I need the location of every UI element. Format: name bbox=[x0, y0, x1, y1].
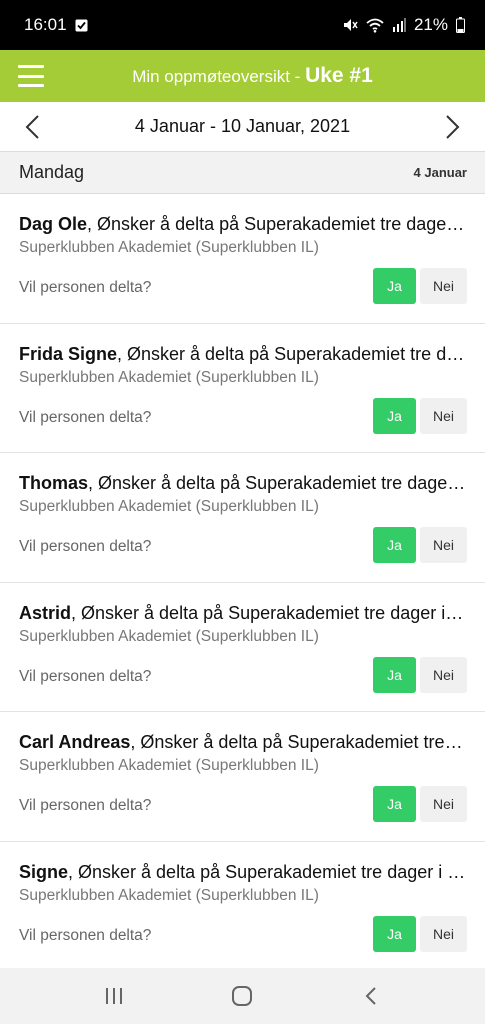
week-label: Uke #1 bbox=[305, 64, 373, 87]
battery-icon bbox=[456, 17, 465, 33]
answer-buttons: Ja Nei bbox=[373, 915, 467, 952]
recent-apps-icon[interactable] bbox=[84, 976, 144, 1016]
club-name: Superklubben Akademiet (Superklubben IL) bbox=[19, 498, 319, 515]
item-title: Thomas, Ønsker å delta på Superakademiet… bbox=[19, 472, 467, 494]
checkbox-notification-icon bbox=[75, 19, 88, 32]
list-item: Thomas, Ønsker å delta på Superakademiet… bbox=[0, 453, 485, 583]
page-title-text: Min oppmøteoversikt - bbox=[132, 67, 306, 86]
club-name: Superklubben Akademiet (Superklubben IL) bbox=[19, 886, 319, 904]
no-button[interactable]: Nei bbox=[420, 656, 467, 693]
page-title: Min oppmøteoversikt - Uke #1 bbox=[0, 64, 485, 88]
item-title: Frida Signe, Ønsker å delta på Superakad… bbox=[19, 343, 467, 365]
date-range: 4 Januar - 10 Januar, 2021 bbox=[134, 116, 351, 136]
list-item: Frida Signe, Ønsker å delta på Superakad… bbox=[0, 324, 485, 453]
item-description: , Ønsker å delta på Superakademiet tre d… bbox=[87, 214, 467, 234]
item-description: , Ønsker å delta på Superakademiet tre d… bbox=[88, 473, 467, 493]
answer-buttons: Ja Nei bbox=[373, 527, 467, 563]
chevron-right-icon[interactable] bbox=[441, 112, 465, 142]
item-description: , Ønsker å delta på Superakademiet tre d… bbox=[68, 861, 467, 882]
item-title: Carl Andreas, Ønsker å delta på Superaka… bbox=[19, 731, 467, 753]
day-date: 4 Januar bbox=[413, 165, 467, 180]
answer-buttons: Ja Nei bbox=[373, 397, 467, 434]
attendance-list: Dag Ole, Ønsker å delta på Superakademie… bbox=[0, 194, 485, 971]
back-icon[interactable] bbox=[341, 976, 401, 1016]
date-navigation: 4 Januar - 10 Januar, 2021 bbox=[0, 102, 485, 152]
question-label: Vil personen delta? bbox=[19, 538, 152, 555]
answer-buttons: Ja Nei bbox=[373, 786, 467, 822]
item-description: , Ønsker å delta på Superakademiet tre d… bbox=[71, 602, 467, 623]
yes-button[interactable]: Ja bbox=[373, 656, 416, 693]
list-item: Signe, Ønsker å delta på Superakademiet … bbox=[0, 842, 485, 971]
question-label: Vil personen delta? bbox=[19, 667, 152, 685]
app-bar: Min oppmøteoversikt - Uke #1 bbox=[0, 50, 485, 102]
list-item: Dag Ole, Ønsker å delta på Superakademie… bbox=[0, 194, 485, 324]
hamburger-menu-icon[interactable] bbox=[18, 65, 44, 87]
signal-icon bbox=[392, 18, 406, 32]
item-title: Signe, Ønsker å delta på Superakademiet … bbox=[19, 861, 467, 883]
item-title: Dag Ole, Ønsker å delta på Superakademie… bbox=[19, 213, 467, 235]
person-name: Dag Ole bbox=[19, 214, 88, 234]
yes-button[interactable]: Ja bbox=[373, 527, 416, 563]
status-left: 16:01 bbox=[24, 15, 88, 35]
yes-button[interactable]: Ja bbox=[373, 397, 416, 434]
status-bar: 16:01 21% bbox=[0, 0, 485, 50]
no-button[interactable]: Nei bbox=[420, 786, 467, 822]
item-description: , Ønsker å delta på Superakademiet tre d… bbox=[117, 343, 467, 364]
question-label: Vil personen delta? bbox=[19, 926, 152, 944]
no-button[interactable]: Nei bbox=[420, 915, 467, 952]
home-icon[interactable] bbox=[212, 976, 272, 1016]
person-name: Carl Andreas bbox=[19, 732, 131, 752]
club-name: Superklubben Akademiet (Superklubben IL) bbox=[19, 757, 319, 774]
club-name: Superklubben Akademiet (Superklubben IL) bbox=[19, 239, 319, 256]
question-label: Vil personen delta? bbox=[19, 279, 152, 296]
mute-icon bbox=[342, 17, 358, 33]
person-name: Signe bbox=[19, 861, 69, 882]
item-title: Astrid, Ønsker å delta på Superakademiet… bbox=[19, 602, 467, 624]
question-label: Vil personen delta? bbox=[19, 408, 152, 426]
no-button[interactable]: Nei bbox=[420, 527, 467, 563]
answer-buttons: Ja Nei bbox=[373, 656, 467, 693]
yes-button[interactable]: Ja bbox=[373, 915, 416, 952]
answer-buttons: Ja Nei bbox=[373, 268, 467, 304]
day-header: Mandag 4 Januar bbox=[0, 152, 485, 194]
battery-percent: 21% bbox=[413, 15, 448, 34]
list-item: Astrid, Ønsker å delta på Superakademiet… bbox=[0, 583, 485, 712]
wifi-icon bbox=[366, 18, 384, 33]
status-right: 21% bbox=[342, 15, 465, 35]
yes-button[interactable]: Ja bbox=[373, 268, 416, 304]
status-time: 16:01 bbox=[24, 15, 67, 34]
question-label: Vil personen delta? bbox=[19, 797, 152, 814]
item-description: , Ønsker å delta på Superakademiet tre d… bbox=[130, 732, 467, 752]
person-name: Astrid bbox=[19, 602, 72, 623]
day-name: Mandag bbox=[19, 162, 85, 182]
yes-button[interactable]: Ja bbox=[373, 786, 416, 822]
club-name: Superklubben Akademiet (Superklubben IL) bbox=[19, 368, 319, 386]
chevron-left-icon[interactable] bbox=[20, 112, 44, 142]
no-button[interactable]: Nei bbox=[420, 397, 467, 434]
system-navigation-bar bbox=[0, 968, 485, 1024]
no-button[interactable]: Nei bbox=[420, 268, 467, 304]
person-name: Thomas bbox=[19, 473, 89, 493]
club-name: Superklubben Akademiet (Superklubben IL) bbox=[19, 627, 319, 645]
person-name: Frida Signe bbox=[19, 343, 118, 364]
list-item: Carl Andreas, Ønsker å delta på Superaka… bbox=[0, 712, 485, 842]
